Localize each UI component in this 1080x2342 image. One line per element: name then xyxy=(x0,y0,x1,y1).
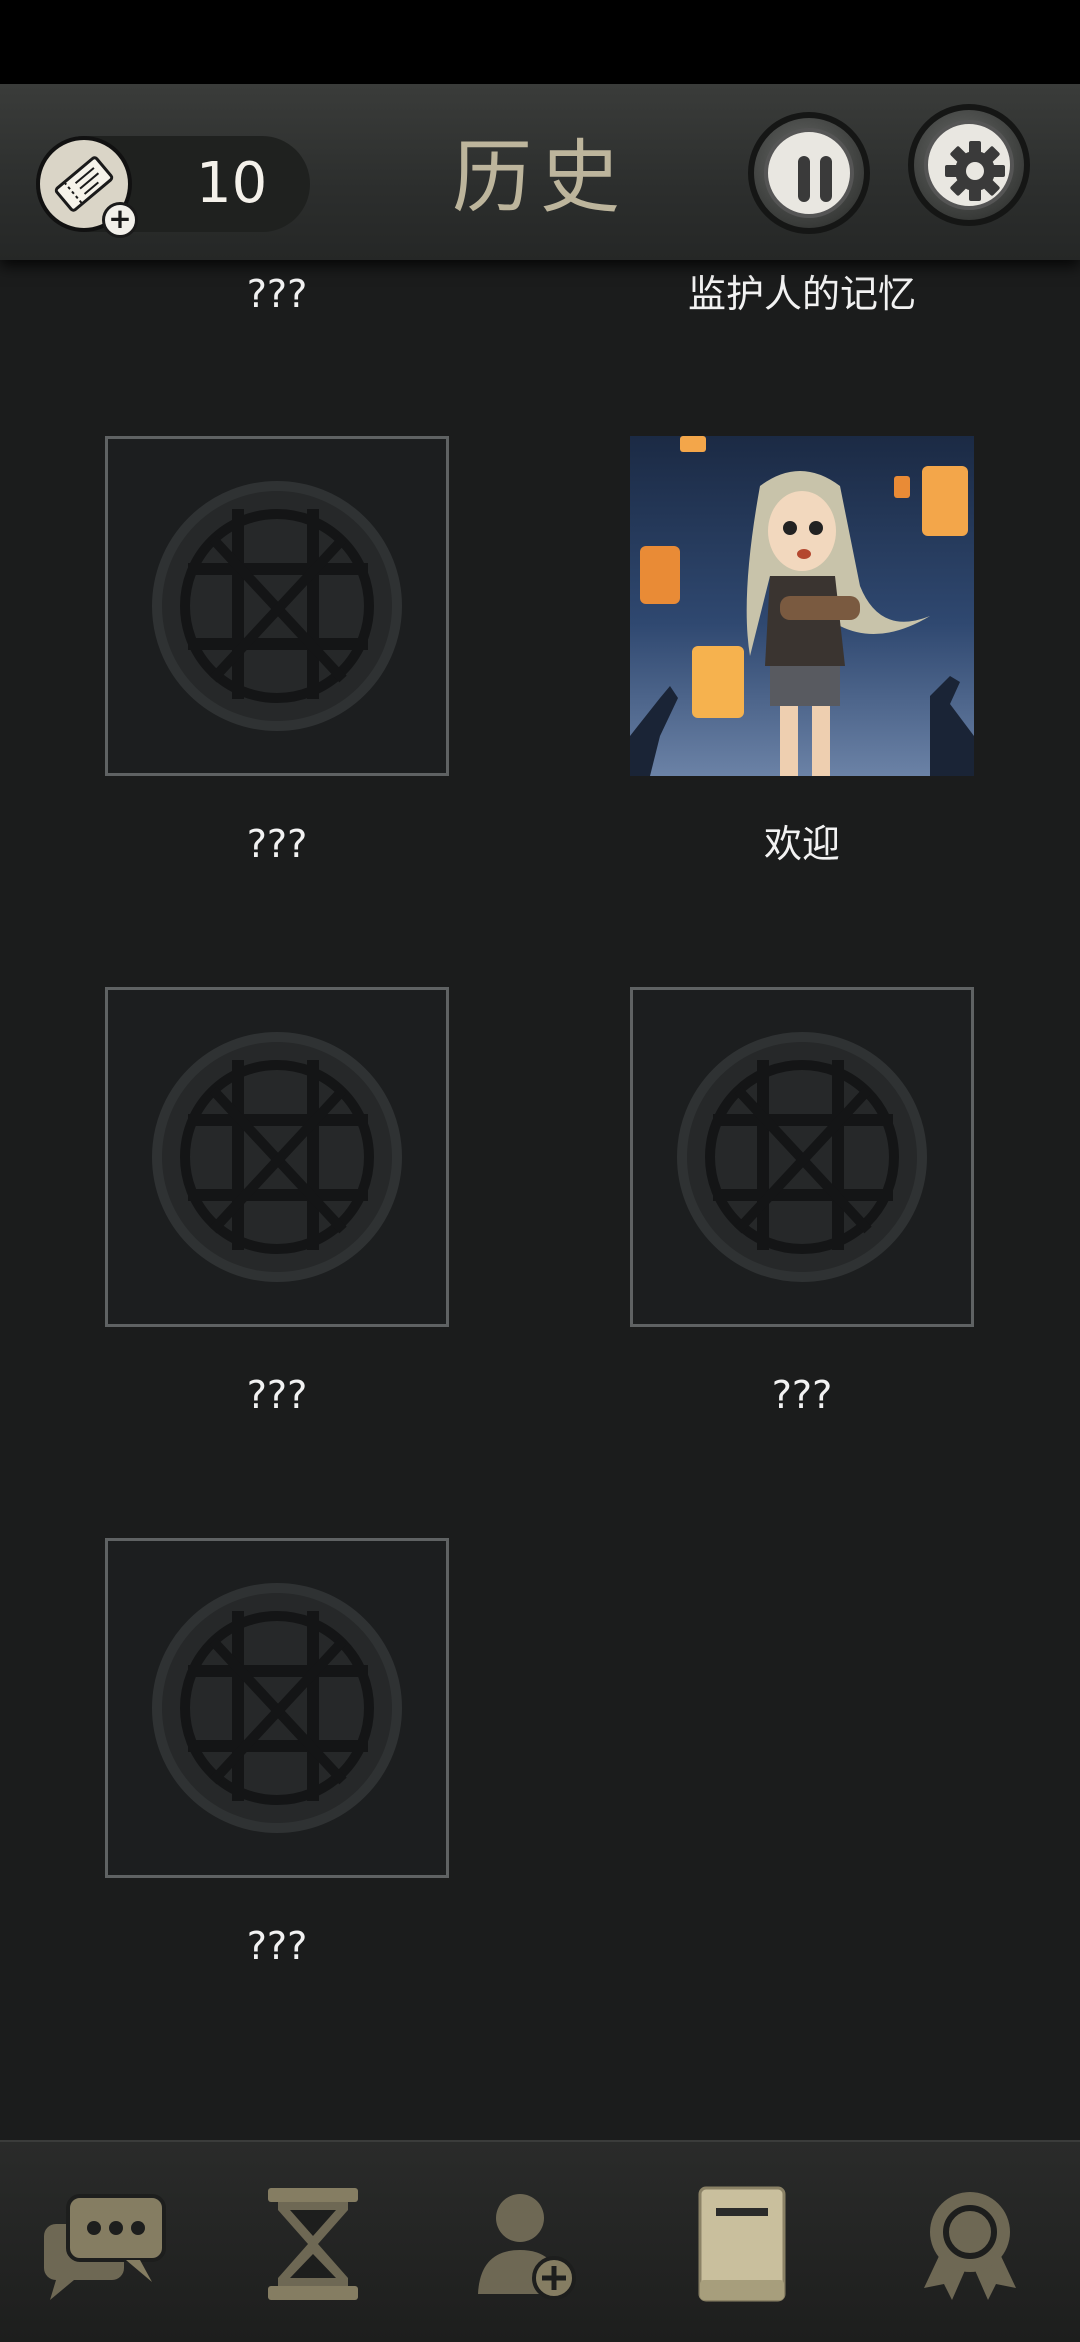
pause-icon xyxy=(798,156,832,202)
bottom-navigation xyxy=(0,2140,1080,2342)
locked-tile[interactable] xyxy=(105,436,449,776)
nav-award[interactable] xyxy=(910,2184,1030,2304)
hourglass-icon xyxy=(268,2188,358,2300)
history-item-unlocked[interactable] xyxy=(630,436,974,776)
locked-tile[interactable] xyxy=(630,987,974,1327)
history-item-locked[interactable] xyxy=(630,987,974,1327)
locked-sigil-icon xyxy=(677,1032,927,1282)
locked-tile[interactable] xyxy=(105,1538,449,1878)
locked-sigil-icon xyxy=(152,481,402,731)
history-item-label: ??? xyxy=(771,1373,833,1417)
nav-chat[interactable] xyxy=(40,2184,166,2304)
history-item-label: ??? xyxy=(246,1924,308,1968)
history-item-label: ??? xyxy=(246,822,308,866)
history-artwork[interactable] xyxy=(630,436,974,776)
locked-tile[interactable] xyxy=(105,987,449,1327)
history-item-label: ??? xyxy=(246,272,308,316)
locked-sigil-icon xyxy=(152,1032,402,1282)
character-illustration xyxy=(630,436,974,776)
add-user-icon xyxy=(478,2194,576,2300)
chat-icon xyxy=(44,2194,166,2300)
nav-book-active[interactable] xyxy=(686,2184,806,2304)
history-item-label: 欢迎 xyxy=(763,822,840,866)
history-item-label: 监护人的记忆 xyxy=(687,272,916,316)
history-item-locked[interactable] xyxy=(105,1538,449,1878)
settings-button[interactable] xyxy=(908,104,1030,226)
nav-hourglass[interactable] xyxy=(258,2184,378,2304)
top-bar: + 10 历史 xyxy=(0,84,1080,260)
history-item-label: ??? xyxy=(246,1373,308,1417)
history-item-locked[interactable] xyxy=(105,987,449,1327)
award-icon xyxy=(924,2192,1016,2300)
book-icon xyxy=(698,2186,786,2302)
gear-icon xyxy=(945,141,1005,201)
nav-add-user[interactable] xyxy=(466,2184,586,2304)
history-item-locked[interactable] xyxy=(105,436,449,776)
status-bar xyxy=(0,0,1080,84)
locked-sigil-icon xyxy=(152,1583,402,1833)
pause-button[interactable] xyxy=(748,112,870,234)
